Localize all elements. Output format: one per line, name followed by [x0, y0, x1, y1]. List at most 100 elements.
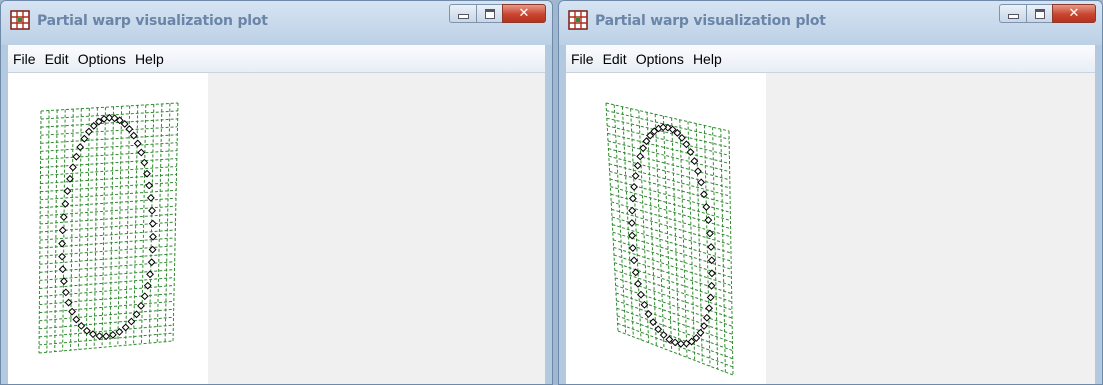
landmark-marker — [694, 167, 702, 176]
landmark-marker — [628, 206, 637, 215]
client-area — [566, 73, 1095, 384]
app-grid-icon — [10, 10, 30, 30]
minimize-button[interactable] — [999, 4, 1026, 23]
landmark-marker — [630, 256, 638, 265]
landmark-marker — [140, 292, 149, 301]
grid-line-horizontal — [611, 208, 732, 246]
landmark-marker — [707, 243, 715, 251]
window-title: Partial warp visualization plot — [37, 13, 268, 29]
menu-help[interactable]: Help — [689, 51, 726, 67]
grid-line-horizontal — [40, 102, 179, 112]
grid-line-horizontal — [40, 189, 177, 201]
landmark-marker — [146, 270, 154, 279]
warp-plot-window-right: Partial warp visualization plot ✕ File E… — [558, 0, 1103, 385]
grid-line-horizontal — [40, 173, 177, 185]
maximize-icon — [1034, 8, 1045, 19]
grid-line-horizontal — [40, 158, 177, 168]
grid-line-horizontal — [614, 262, 732, 303]
grid-line-horizontal — [608, 148, 730, 181]
landmark-marker — [148, 206, 156, 215]
grid-line-horizontal — [40, 197, 177, 209]
grid-line-vertical — [679, 119, 688, 358]
close-icon: ✕ — [518, 6, 530, 21]
title-bar[interactable]: Partial warp visualization plot ✕ — [559, 1, 1102, 45]
title-bar[interactable]: Partial warp visualization plot ✕ — [1, 1, 552, 45]
landmark-marker — [146, 193, 155, 202]
grid-line-horizontal — [608, 155, 731, 189]
landmark-marker — [58, 239, 67, 248]
menu-edit[interactable]: Edit — [599, 51, 631, 67]
landmark-marker — [77, 321, 86, 330]
landmark-marker — [145, 181, 154, 190]
minimize-icon — [457, 14, 469, 19]
landmark-marker — [636, 152, 645, 161]
landmark-marker — [628, 244, 637, 252]
app-grid-icon — [568, 10, 588, 30]
warp-plot-window-left: Partial warp visualization plot ✕ File E… — [0, 0, 553, 385]
grid-line-horizontal — [40, 126, 178, 136]
landmark-marker — [137, 301, 145, 310]
menu-bar: File Edit Options Help — [8, 45, 545, 73]
grid-line-vertical — [654, 114, 665, 349]
grid-line-horizontal — [612, 224, 732, 262]
landmark-marker — [706, 293, 715, 302]
landmark-marker — [72, 152, 81, 161]
grid-line-horizontal — [40, 134, 178, 144]
menu-help[interactable]: Help — [131, 51, 168, 67]
landmark-marker — [637, 290, 645, 299]
landmark-marker — [628, 219, 636, 227]
grid-line-horizontal — [607, 132, 730, 165]
landmark-marker — [121, 323, 130, 332]
landmark-marker — [133, 139, 142, 148]
grid-line-horizontal — [40, 165, 177, 177]
landmark-marker — [671, 338, 680, 347]
maximize-button[interactable] — [476, 4, 502, 23]
warp-plot-canvas — [8, 73, 208, 384]
grid-line-horizontal — [40, 142, 178, 152]
grid-line-horizontal — [607, 140, 730, 173]
warp-grid-plot — [605, 102, 734, 376]
warp-grid-plot — [38, 102, 179, 354]
landmark-marker — [63, 187, 72, 195]
window-title: Partial warp visualization plot — [595, 13, 826, 29]
maximize-button[interactable] — [1026, 4, 1052, 23]
grid-line-horizontal — [613, 246, 732, 287]
menu-options[interactable]: Options — [74, 51, 130, 67]
grid-line-horizontal — [614, 269, 733, 311]
menu-file[interactable]: File — [567, 51, 598, 67]
grid-line-vertical — [662, 116, 673, 352]
menu-file[interactable]: File — [9, 51, 40, 67]
menu-edit[interactable]: Edit — [41, 51, 73, 67]
close-button[interactable]: ✕ — [1052, 4, 1096, 23]
landmark-marker — [659, 331, 668, 339]
landmark-marker — [697, 178, 706, 187]
grid-line-horizontal — [615, 277, 733, 319]
close-icon: ✕ — [1068, 6, 1080, 21]
grid-line-horizontal — [40, 150, 178, 160]
grid-line-horizontal — [615, 292, 733, 335]
landmark-marker — [72, 315, 81, 324]
warp-plot-canvas — [566, 73, 766, 384]
landmark-marker — [148, 219, 157, 228]
grid-line-horizontal — [606, 117, 730, 148]
landmark-marker — [58, 265, 67, 274]
minimize-button[interactable] — [449, 4, 476, 23]
minimize-icon — [1007, 14, 1019, 19]
grid-line-horizontal — [615, 284, 733, 327]
landmark-marker — [125, 125, 134, 133]
grid-line-horizontal — [40, 181, 177, 193]
menu-options[interactable]: Options — [632, 51, 688, 67]
client-area — [8, 73, 545, 384]
close-button[interactable]: ✕ — [502, 4, 546, 23]
maximize-icon — [484, 8, 495, 19]
landmark-marker — [137, 148, 146, 157]
landmark-marker — [678, 133, 686, 142]
landmark-marker — [102, 332, 111, 341]
landmark-marker — [58, 226, 67, 235]
landmark-marker — [127, 317, 136, 326]
landmark-marker — [85, 127, 93, 136]
landmark-marker — [147, 258, 156, 267]
menu-bar: File Edit Options Help — [566, 45, 1095, 73]
grid-line-horizontal — [609, 178, 731, 213]
landmark-marker — [708, 269, 716, 278]
